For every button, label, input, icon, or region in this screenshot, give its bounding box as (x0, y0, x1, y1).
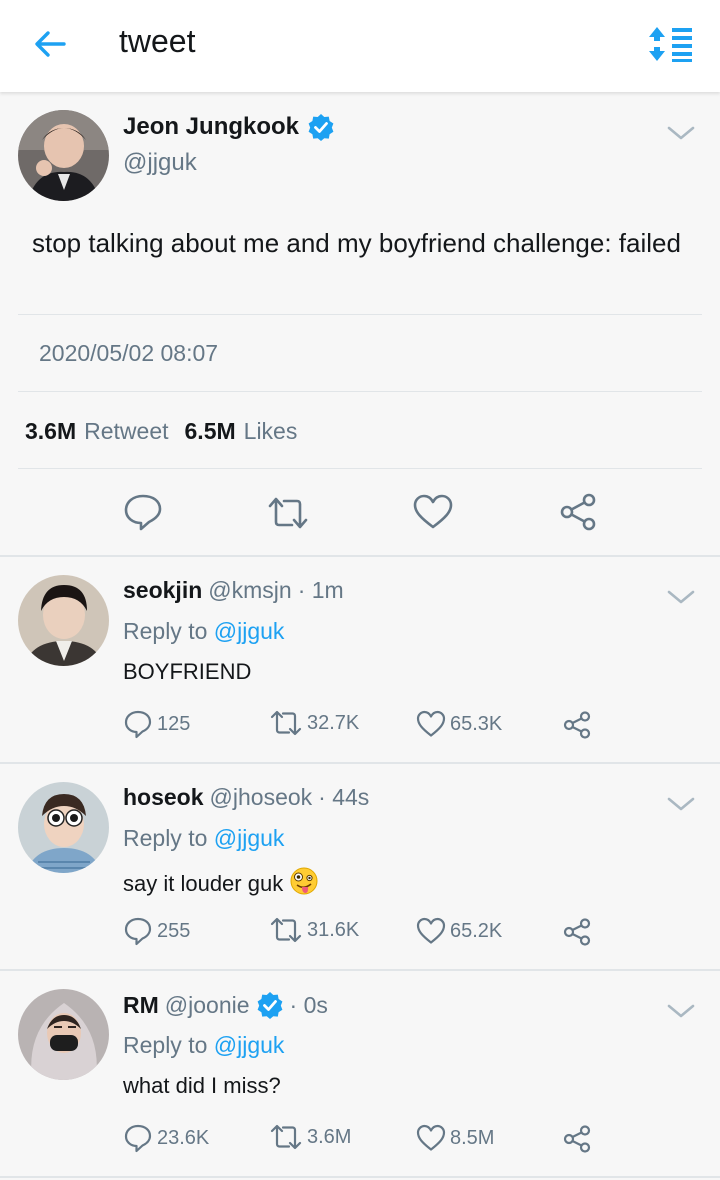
reply-to-line: Reply to @jjguk (123, 1032, 284, 1059)
retweet-count-button[interactable]: 3.6M (269, 1123, 351, 1151)
retweet-icon (269, 709, 307, 737)
divider (0, 1176, 720, 1178)
reply-author-name[interactable]: RM (123, 992, 159, 1019)
reply-count: 23.6K (157, 1126, 210, 1149)
reply-count: 125 (157, 712, 191, 735)
zany-face-emoji (289, 866, 319, 902)
divider (18, 314, 702, 315)
reply-tweet[interactable]: hoseok @jhoseok · 44s Reply to @jjguk sa… (0, 764, 720, 970)
avatar[interactable] (18, 575, 109, 666)
reply-header: seokjin @kmsjn · 1m (123, 577, 344, 604)
reply-icon[interactable] (123, 492, 163, 532)
reply-to-prefix: Reply to (123, 618, 208, 644)
top-bar: tweet (0, 0, 720, 92)
author-name-text: Jeon Jungkook (123, 113, 300, 140)
reply-count-button[interactable]: 255 (123, 916, 190, 946)
reply-text-row: say it louder guk (123, 866, 319, 902)
main-tweet: Jeon Jungkook @jjguk stop talking about … (0, 92, 720, 556)
retweet-icon (269, 1123, 307, 1151)
verified-badge-icon (256, 991, 284, 1019)
reply-actions: 23.6K 3.6M 8.5M (0, 1123, 720, 1159)
chevron-down-icon[interactable] (666, 1001, 696, 1021)
share-icon[interactable] (562, 1124, 596, 1154)
share-icon[interactable] (562, 710, 596, 740)
avatar[interactable] (18, 110, 109, 201)
reply-to-handle[interactable]: @jjguk (214, 1032, 285, 1058)
reply-time: · 1m (297, 577, 344, 603)
reply-icon (123, 1123, 157, 1153)
heart-icon (416, 710, 450, 738)
chevron-down-icon[interactable] (666, 123, 696, 143)
retweet-icon[interactable] (266, 496, 310, 530)
like-count: 8.5M (450, 1126, 495, 1149)
reply-text: BOYFRIEND (123, 659, 252, 684)
like-count: 65.2K (450, 919, 503, 942)
reply-header: hoseok @jhoseok · 44s (123, 784, 369, 811)
reply-time: · 0s (289, 991, 328, 1018)
reply-text: what did I miss? (123, 1073, 281, 1098)
retweet-count: 32.7K (307, 711, 360, 734)
reply-count: 255 (157, 919, 191, 942)
retweet-icon (269, 916, 307, 944)
like-count-button[interactable]: 65.2K (416, 917, 502, 945)
reply-icon (123, 916, 157, 946)
reply-author-name[interactable]: hoseok (123, 784, 204, 811)
tweet-stats: 3.6M Retweet 6.5M Likes (25, 418, 305, 445)
heart-icon (416, 917, 450, 945)
retweet-count: 3.6M (307, 1125, 352, 1148)
author-name[interactable]: Jeon Jungkook (123, 113, 335, 141)
chevron-down-icon[interactable] (666, 794, 696, 814)
tweet-text: stop talking about me and my boyfriend c… (32, 228, 681, 258)
reply-actions: 125 32.7K 65.3K (0, 709, 720, 745)
reply-to-line: Reply to @jjguk (123, 825, 284, 852)
divider (18, 391, 702, 392)
reply-to-prefix: Reply to (123, 825, 208, 851)
reply-tweet[interactable]: RM @joonie · 0s Reply to @jjguk what did… (0, 971, 720, 1177)
reply-to-handle[interactable]: @jjguk (214, 618, 285, 644)
sort-list-icon[interactable] (646, 24, 694, 64)
heart-icon[interactable] (413, 494, 453, 530)
page-title: tweet (119, 23, 196, 59)
likes-label[interactable]: Likes (244, 418, 298, 445)
retweet-count: 31.6K (307, 918, 360, 941)
reply-author-handle[interactable]: @jhoseok (210, 784, 313, 811)
divider (18, 468, 702, 469)
retweets-count[interactable]: 3.6M (25, 418, 76, 445)
reply-actions: 255 31.6K 65.2K (0, 916, 720, 952)
like-count-button[interactable]: 65.3K (416, 710, 502, 738)
reply-count-button[interactable]: 23.6K (123, 1123, 209, 1153)
reply-text: say it louder guk (123, 871, 284, 896)
avatar[interactable] (18, 989, 109, 1080)
share-icon[interactable] (558, 492, 598, 532)
reply-header: RM @joonie · 0s (123, 991, 328, 1019)
heart-icon (416, 1124, 450, 1152)
reply-to-line: Reply to @jjguk (123, 618, 284, 645)
share-icon[interactable] (562, 917, 596, 947)
reply-author-name[interactable]: seokjin (123, 577, 202, 604)
reply-to-handle[interactable]: @jjguk (214, 825, 285, 851)
back-arrow-icon[interactable] (28, 22, 72, 66)
reply-author-handle[interactable]: @kmsjn (208, 577, 291, 604)
reply-count-button[interactable]: 125 (123, 709, 190, 739)
reply-to-prefix: Reply to (123, 1032, 208, 1058)
author-handle[interactable]: @jjguk (123, 149, 197, 177)
chevron-down-icon[interactable] (666, 587, 696, 607)
reply-icon (123, 709, 157, 739)
like-count: 65.3K (450, 712, 503, 735)
reply-author-handle[interactable]: @joonie (165, 992, 250, 1019)
tweet-datetime: 2020/05/02 08:07 (39, 340, 219, 366)
reply-tweet[interactable]: seokjin @kmsjn · 1m Reply to @jjguk BOYF… (0, 557, 720, 763)
avatar[interactable] (18, 782, 109, 873)
verified-badge-icon (307, 113, 335, 141)
likes-count[interactable]: 6.5M (185, 418, 236, 445)
retweets-label[interactable]: Retweet (84, 418, 168, 445)
retweet-count-button[interactable]: 32.7K (269, 709, 359, 737)
like-count-button[interactable]: 8.5M (416, 1124, 494, 1152)
retweet-count-button[interactable]: 31.6K (269, 916, 359, 944)
reply-time: · 44s (318, 784, 370, 810)
